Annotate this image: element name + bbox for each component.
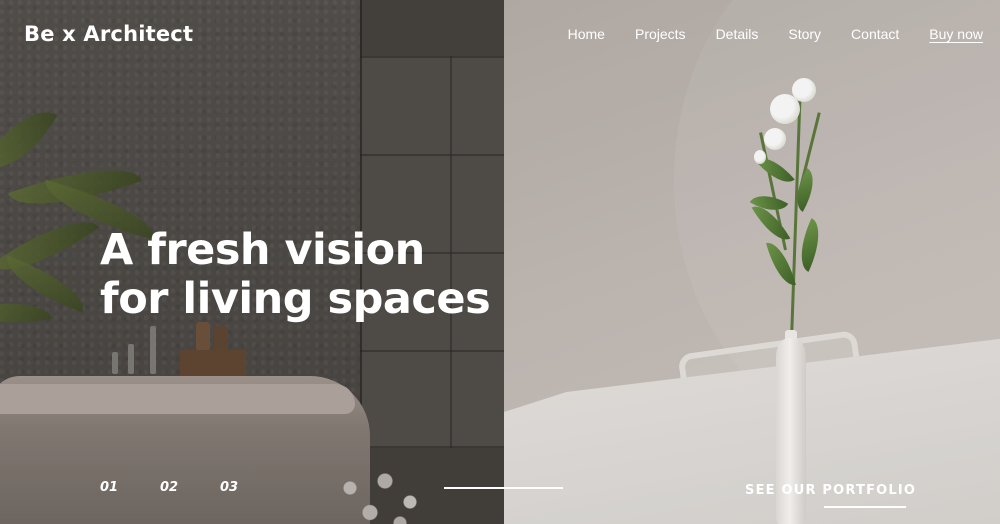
- nav-contact[interactable]: Contact: [851, 26, 899, 42]
- nav-buy-now[interactable]: Buy now: [929, 26, 983, 42]
- site-logo[interactable]: Be x Architect: [24, 22, 193, 46]
- nav-details[interactable]: Details: [716, 26, 759, 42]
- hero-headline: A fresh vision for living spaces: [100, 225, 491, 324]
- nav-projects[interactable]: Projects: [635, 26, 686, 42]
- dining-room-photo: [504, 0, 1000, 524]
- headline-line-1: A fresh vision: [100, 225, 425, 275]
- nav-home[interactable]: Home: [568, 26, 605, 42]
- slide-progress-bar: [444, 487, 563, 489]
- slide-2-button[interactable]: 02: [160, 480, 178, 495]
- see-portfolio-link[interactable]: SEE OUR PORTFOLIO: [745, 483, 916, 498]
- slide-3-button[interactable]: 03: [220, 480, 238, 495]
- main-nav: Home Projects Details Story Contact Buy …: [568, 26, 983, 42]
- slide-1-button[interactable]: 01: [100, 480, 118, 495]
- portfolio-underline: [824, 506, 906, 508]
- headline-line-2: for living spaces: [100, 274, 491, 324]
- slide-pagination: 01 02 03: [100, 480, 238, 495]
- nav-story[interactable]: Story: [788, 26, 821, 42]
- hero-section: Be x Architect Home Projects Details Sto…: [0, 0, 1000, 524]
